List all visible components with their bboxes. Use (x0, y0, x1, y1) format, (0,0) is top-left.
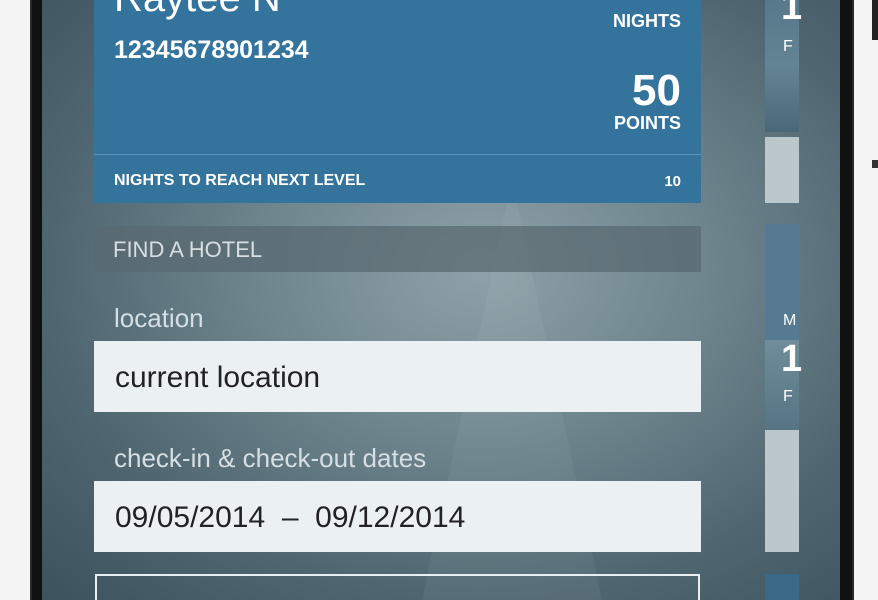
peek-text: M (783, 312, 797, 329)
member-number: 12345678901234 (114, 36, 309, 64)
location-label: location (114, 303, 204, 333)
dates-label: check-in & check-out dates (114, 443, 427, 473)
location-input-value: current location (115, 361, 321, 394)
location-input[interactable]: current location (94, 341, 701, 412)
next-level-value: 10 (664, 173, 681, 190)
app-screen: Raytee N 12345678901234 5 NIGHTS 50 POIN… (42, 0, 840, 600)
next-level-row: NIGHTS TO REACH NEXT LEVEL 10 (94, 154, 701, 204)
search-button[interactable] (95, 574, 700, 600)
points-value: 50 (632, 66, 681, 115)
points-label: POINTS (613, 113, 681, 133)
phone-frame: Raytee N 12345678901234 5 NIGHTS 50 POIN… (0, 0, 878, 600)
phone-side-button-top (872, 0, 878, 40)
nights-value: 5 (657, 0, 681, 10)
loyalty-card[interactable]: Raytee N 12345678901234 5 NIGHTS 50 POIN… (94, 0, 701, 203)
dates-input[interactable]: 09/05/2014 – 09/12/2014 (94, 481, 701, 552)
member-name: Raytee N (114, 0, 281, 21)
peek-text: F (783, 38, 793, 55)
find-hotel-header: FIND A HOTEL (94, 226, 701, 272)
peek-text: 1 (781, 0, 803, 28)
find-hotel-title: FIND A HOTEL (113, 237, 263, 262)
peek-card (765, 574, 799, 600)
dates-input-value: 09/05/2014 – 09/12/2014 (115, 501, 466, 534)
phone-side-button (872, 160, 878, 168)
peek-text: 1 (781, 338, 803, 380)
peek-card-footer (765, 430, 799, 552)
peek-card-footer (765, 137, 799, 203)
peek-text: F (783, 388, 793, 405)
next-level-label: NIGHTS TO REACH NEXT LEVEL (114, 172, 366, 189)
nights-label: NIGHTS (612, 11, 681, 31)
next-panel-peek[interactable]: 1 F M 1 F (765, 0, 840, 600)
